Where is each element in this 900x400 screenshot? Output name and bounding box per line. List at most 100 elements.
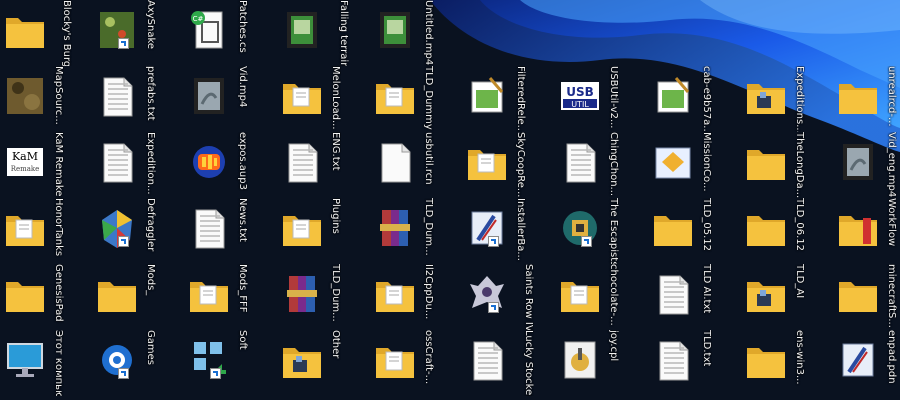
monitor-icon [4, 338, 46, 382]
desktop-icon[interactable]: joy.cpl [555, 330, 647, 396]
usbutil-icon: USB UTIL [559, 74, 601, 118]
desktop-icon-label: Blocky's Burgers-win [61, 0, 72, 66]
desktop-icon-label: usbutil.rcn [423, 132, 434, 185]
desktop-icon-label: enpad.pdn [886, 330, 897, 384]
desktop-icon-label: TLD_Dummy [423, 66, 434, 130]
folder-app-icon [745, 74, 787, 118]
desktop-icon[interactable]: TheLongDa... [741, 132, 833, 198]
image-edit-icon [652, 74, 694, 118]
desktop-icon-label: Этот компьютер [53, 330, 64, 396]
desktop-icon[interactable]: ENG.txt [277, 132, 369, 198]
desktop-icon[interactable]: Mods_FFF [184, 264, 276, 330]
desktop-icon-label: GenesisPad [53, 264, 64, 322]
folder-doc-icon [4, 206, 46, 250]
desktop-icon[interactable]: GenesisPad [0, 264, 92, 330]
desktop-icon[interactable]: TLD AI.txt [648, 264, 740, 330]
txt-icon [652, 272, 694, 316]
svg-text:C#: C# [193, 15, 204, 23]
desktop-icon[interactable]: enpad.pdn [833, 330, 900, 396]
desktop-icon[interactable]: TLD_05.12 [648, 198, 740, 264]
desktop-icon[interactable]: News.txt [184, 198, 276, 264]
desktop-icon[interactable]: Mods_ [92, 264, 184, 330]
games-icon [96, 338, 138, 382]
desktop-icon[interactable]: Games [92, 330, 184, 396]
desktop-icon[interactable]: TLD_Dum... [277, 264, 369, 330]
desktop-icon-label: Falling terrainmp4 [338, 0, 349, 66]
desktop-icon[interactable]: HonorTanks [0, 198, 92, 264]
desktop-icon[interactable]: TLD_Dum... [370, 198, 462, 264]
desktop-icon[interactable]: minecraftS... [833, 264, 900, 330]
desktop-column: FilteredRele... SkyCoopRe... InstallerBa.… [462, 0, 554, 400]
desktop-icon[interactable]: USB UTIL USBUtil-v2... [555, 66, 647, 132]
desktop-icon[interactable]: Lucky Stocker.txt [462, 330, 554, 396]
desktop-icon-label: MissionCo... [701, 132, 712, 192]
desktop-icon[interactable]: SkyCoopRe... [462, 132, 554, 198]
desktop-icon-label: TLD_Dum... [330, 264, 341, 322]
folder-icon [837, 74, 879, 118]
desktop-icon[interactable]: ChingChon... [555, 132, 647, 198]
desktop-icon[interactable]: WorkFlow [833, 198, 900, 264]
shortcut-arrow-icon [210, 368, 221, 379]
desktop-icon[interactable]: C# Patches.cs [184, 0, 276, 66]
rar-icon [281, 272, 323, 316]
desktop-icon[interactable]: chocolate-... [555, 264, 647, 330]
desktop-icon[interactable]: Saints Row IV Re-Elected [462, 264, 554, 330]
desktop-icon[interactable]: Il2CppDu... [370, 264, 462, 330]
desktop-icon[interactable]: usbutil.rcn [370, 132, 462, 198]
desktop-icon[interactable]: MapSourc... [0, 66, 92, 132]
desktop-icon-label: SkyCoopRe... [515, 132, 526, 198]
desktop-icon[interactable]: Этот компьютер [0, 330, 92, 396]
desktop-icon[interactable]: MissionCo... [648, 132, 740, 198]
desktop-icon[interactable]: Vid_eng.mp4 [833, 132, 900, 198]
desktop-icon[interactable]: Expedition... [92, 132, 184, 198]
desktop-icon[interactable]: InstallerBa... [462, 198, 554, 264]
desktop-icon-label: KaM Remake [53, 132, 64, 197]
desktop-icon-label: Vid.mp4 [237, 66, 248, 108]
desktop-icon[interactable]: Other [277, 330, 369, 396]
desktop-icon[interactable]: Expeditions... [741, 66, 833, 132]
desktop-column: unrealrcd-... Vid_eng.mp4 WorkFlow minecr… [833, 0, 900, 400]
escapists-icon [559, 206, 601, 250]
folder-icon [745, 338, 787, 382]
mission-icon [652, 140, 694, 184]
desktop-icon-label: WorkFlow [886, 198, 897, 247]
blank-icon [374, 140, 416, 184]
desktop-icon[interactable]: TLD_06.12 [741, 198, 833, 264]
desktop-icon-label: TheLongDa... [794, 132, 805, 198]
desktop-icon[interactable]: Soft [184, 330, 276, 396]
desktop-icon[interactable]: Vid.mp4 [184, 66, 276, 132]
desktop-icon[interactable]: TLD.txt [648, 330, 740, 396]
desktop-icon-label: ens-win3... [794, 330, 805, 385]
desktop-icon[interactable]: Untitled.mp4 [370, 0, 462, 66]
desktop-icon[interactable]: cab-e9b57a... [648, 66, 740, 132]
desktop-icon-label: Untitled.mp4 [423, 0, 434, 66]
desktop-icon[interactable]: expos.aup3 [184, 132, 276, 198]
video-green-icon [281, 8, 323, 52]
desktop-column: AxySnake prefabs.txt Expedition... Defrag… [92, 0, 184, 400]
desktop-icon[interactable]: ossCraft-... [370, 330, 462, 396]
desktop-icon-label: Lucky Stocker.txt [523, 330, 534, 396]
desktop-icon[interactable]: ens-win3... [741, 330, 833, 396]
folder-icon [745, 206, 787, 250]
desktop-icon[interactable]: Defraggler [92, 198, 184, 264]
shortcut-arrow-icon [118, 236, 129, 247]
desktop-icon[interactable]: MelonLoad... [277, 66, 369, 132]
desktop-icon[interactable]: Blocky's Burgers-win [0, 0, 92, 66]
desktop-icon[interactable]: KaM Remake KaM Remake [0, 132, 92, 198]
desktop-icon[interactable]: prefabs.txt [92, 66, 184, 132]
desktop-icon[interactable]: Falling terrainmp4 [277, 0, 369, 66]
desktop-icon-label: unrealrcd-... [886, 66, 897, 127]
desktop-icon[interactable]: TLD_AI [741, 264, 833, 330]
desktop-icon[interactable]: TLD_Dummy [370, 66, 462, 132]
desktop-icon[interactable]: unrealrcd-... [833, 66, 900, 132]
joy-icon [559, 338, 601, 382]
desktop-icon[interactable]: FilteredRele... [462, 66, 554, 132]
desktop-icon[interactable]: Plugins [277, 198, 369, 264]
shortcut-arrow-icon [118, 368, 129, 379]
desktop-icon[interactable]: The Escapists [555, 198, 647, 264]
folder-app-icon [281, 338, 323, 382]
desktop-icon-label: ENG.txt [330, 132, 341, 171]
desktop-icon-label: USBUtil-v2... [608, 66, 619, 129]
desktop-icon[interactable]: AxySnake [92, 0, 184, 66]
defraggler-icon [96, 206, 138, 250]
